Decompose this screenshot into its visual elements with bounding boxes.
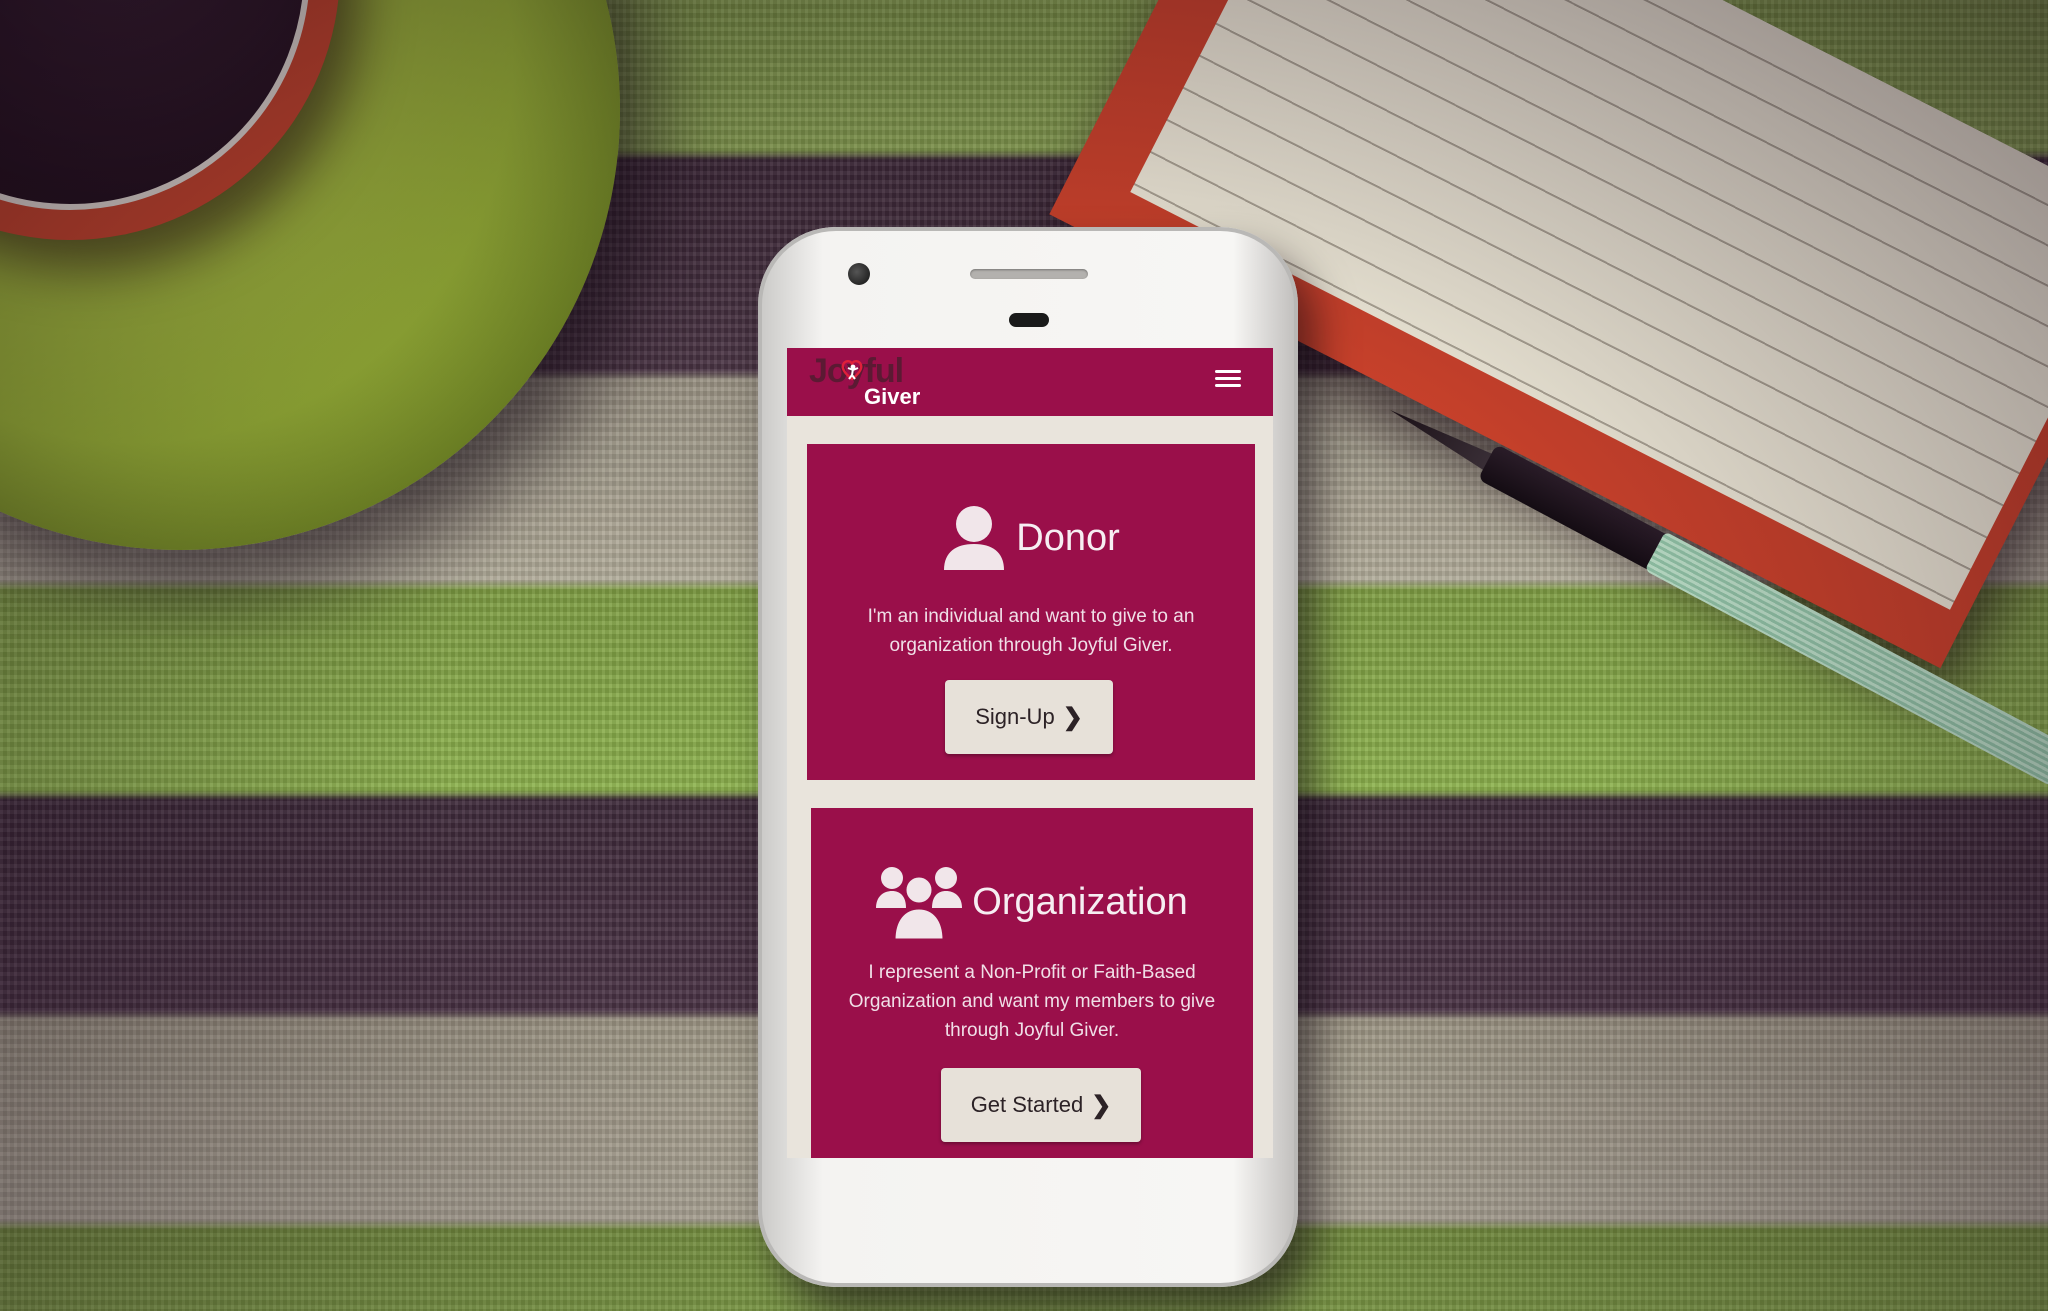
get-started-button-label: Get Started <box>970 1092 1084 1117</box>
organization-card: Organization I represent a Non-Profit or… <box>811 808 1253 1158</box>
users-group-icon <box>876 867 963 940</box>
organization-description: I represent a Non-Profit or Faith-Based … <box>848 962 1216 1041</box>
organization-title: Organization <box>972 880 1188 923</box>
organization-heading: Organization <box>811 864 1253 940</box>
donor-heading: Donor <box>807 504 1255 572</box>
sign-up-button-label: Sign-Up <box>975 704 1055 729</box>
phone-speaker <box>970 269 1088 279</box>
phone-screen: Joyful Giver Donor I'm an individual and… <box>787 348 1273 1158</box>
user-icon <box>944 506 1005 570</box>
donor-card: Donor I'm an individual and want to give… <box>807 444 1255 780</box>
sign-up-button[interactable]: Sign-Up ❯ <box>945 680 1113 754</box>
get-started-button[interactable]: Get Started ❯ <box>941 1068 1141 1142</box>
heart-figure-icon <box>841 360 863 381</box>
app-header: Joyful Giver <box>787 348 1273 416</box>
logo-giver-text: Giver <box>864 384 921 409</box>
front-camera <box>848 263 870 285</box>
background-photo: Joyful Giver Donor I'm an individual and… <box>0 0 2048 1311</box>
phone-sensor <box>1009 313 1049 327</box>
phone-mockup: Joyful Giver Donor I'm an individual and… <box>758 227 1298 1287</box>
chevron-right-icon: ❯ <box>1091 1091 1112 1119</box>
donor-title: Donor <box>1016 516 1120 559</box>
donor-description: I'm an individual and want to give to an… <box>867 606 1195 656</box>
chevron-right-icon: ❯ <box>1062 703 1083 731</box>
joyful-giver-logo[interactable]: Joyful Giver <box>809 352 929 412</box>
hamburger-menu-icon[interactable] <box>1215 366 1243 392</box>
